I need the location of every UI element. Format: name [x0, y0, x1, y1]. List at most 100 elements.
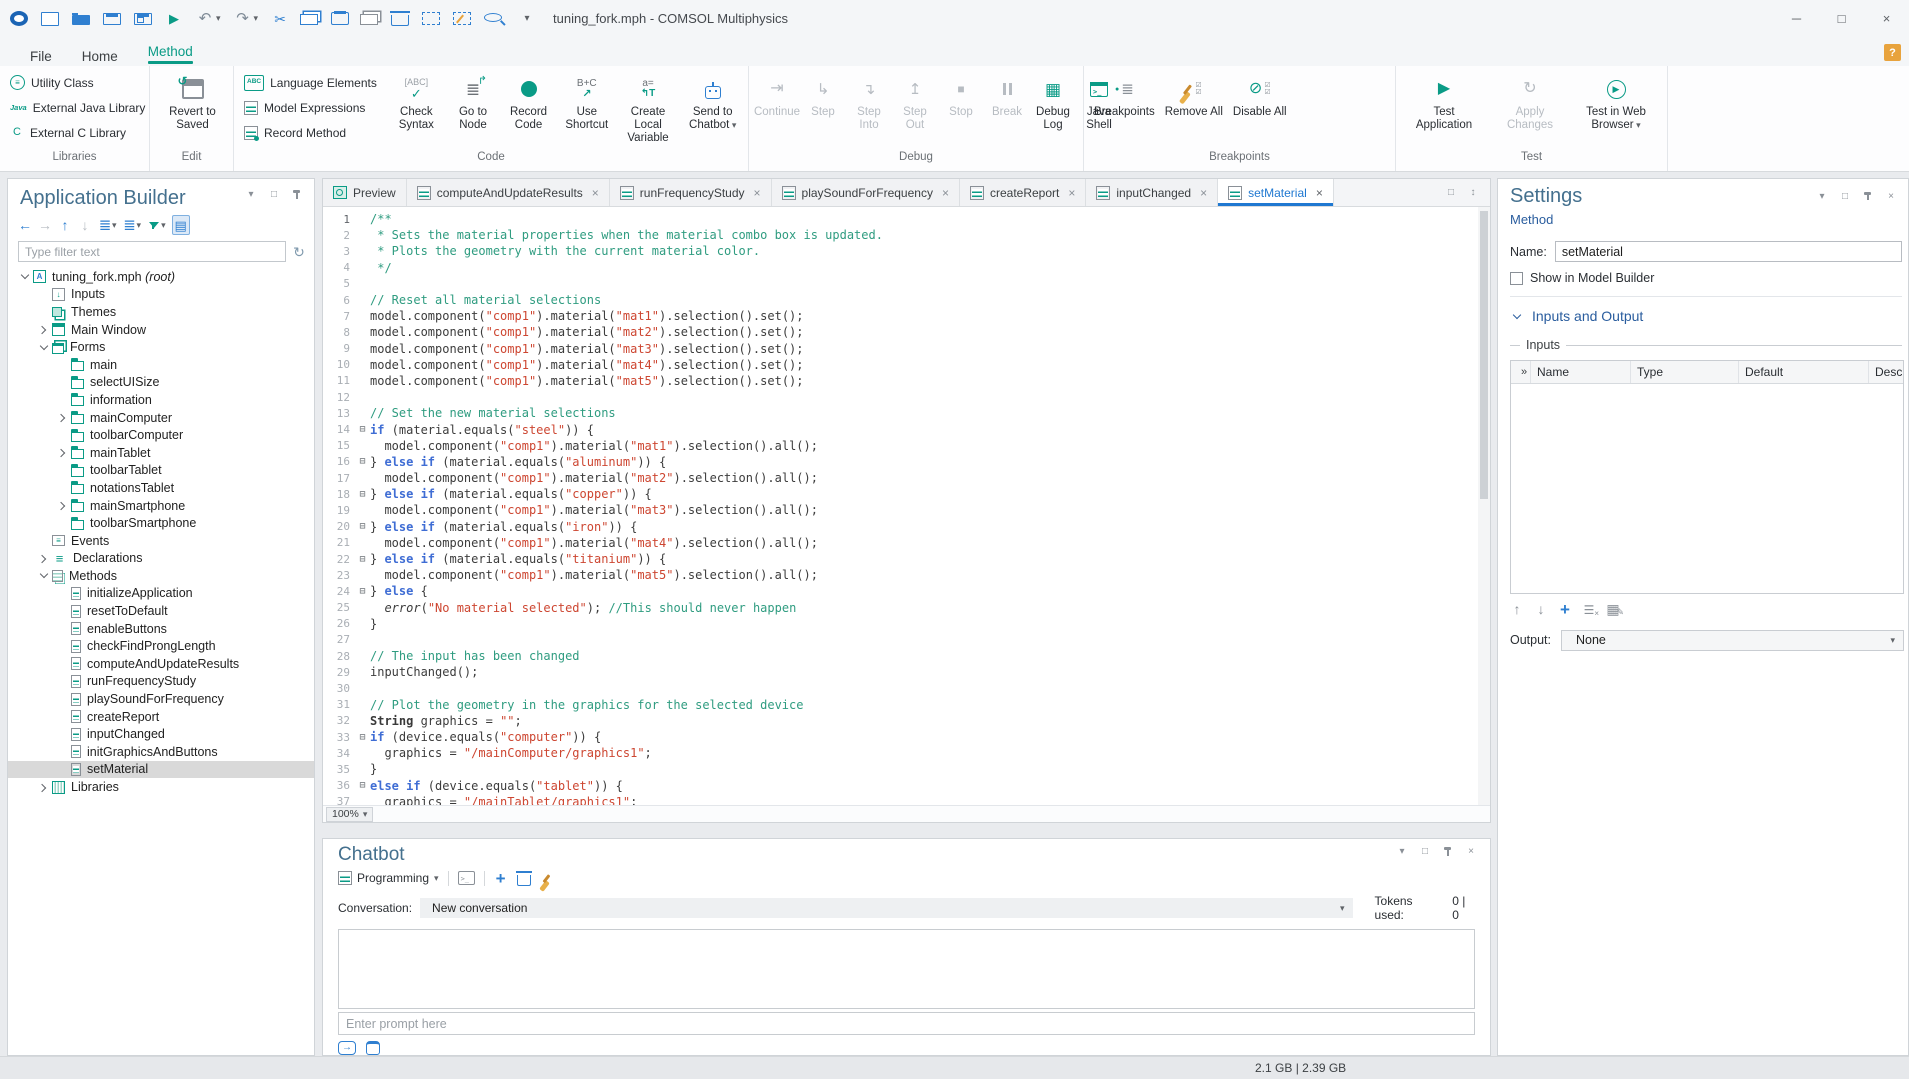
chevron-down-icon[interactable]: [37, 569, 51, 582]
panel-float-icon[interactable]: [267, 187, 281, 203]
tree-item-checkfindpronglength[interactable]: checkFindProngLength: [8, 637, 314, 655]
use-shortcut-button[interactable]: Use Shortcut: [559, 72, 615, 132]
forward-button[interactable]: [38, 217, 52, 233]
delete-button[interactable]: [391, 11, 409, 26]
close-tab-icon[interactable]: ×: [942, 186, 949, 200]
column-header-name[interactable]: Name: [1531, 361, 1631, 383]
chevron-down-icon[interactable]: [37, 341, 51, 354]
tab-setmaterial[interactable]: setMaterial×: [1218, 179, 1334, 206]
panel-pin-icon[interactable]: [290, 189, 304, 201]
fold-collapse-icon[interactable]: ⊟: [355, 424, 370, 435]
tree-item-maincomputer[interactable]: mainComputer: [8, 409, 314, 427]
tree-item-main[interactable]: main: [8, 356, 314, 374]
output-dropdown[interactable]: None ▾: [1561, 630, 1904, 651]
tree-item-initgraphicsandbuttons[interactable]: initGraphicsAndButtons: [8, 743, 314, 761]
tree-item-enablebuttons[interactable]: enableButtons: [8, 620, 314, 638]
panel-close-icon[interactable]: [1464, 844, 1478, 860]
tab-home[interactable]: Home: [82, 49, 118, 66]
tree-item-resettodefault[interactable]: resetToDefault: [8, 602, 314, 620]
panel-menu-icon[interactable]: [1395, 844, 1409, 860]
chevron-right-icon[interactable]: [56, 446, 70, 459]
open-file-button[interactable]: [72, 12, 90, 25]
inputs-and-output-section-header[interactable]: Inputs and Output: [1510, 308, 1908, 324]
expand-columns-header[interactable]: [1511, 361, 1531, 383]
send-to-chatbot-button[interactable]: Send to Chatbot ▾: [681, 72, 744, 132]
show-in-model-builder-checkbox[interactable]: [1510, 272, 1523, 285]
panel-float-icon[interactable]: [1418, 844, 1432, 860]
copy-button[interactable]: [302, 12, 318, 25]
check-syntax-button[interactable]: Check Syntax: [387, 72, 446, 132]
tree-item-createreport[interactable]: createReport: [8, 708, 314, 726]
revert-to-saved-button[interactable]: Revert to Saved: [156, 72, 229, 132]
paste-button[interactable]: [331, 12, 349, 25]
panel-close-icon[interactable]: [1884, 189, 1898, 205]
overflow-button[interactable]: [518, 11, 536, 27]
column-header-default[interactable]: Default: [1739, 361, 1869, 383]
tree-item-toolbarcomputer[interactable]: toolbarComputer: [8, 426, 314, 444]
edit-table-button[interactable]: [1606, 601, 1620, 619]
refresh-icon[interactable]: [292, 244, 306, 260]
record-code-button[interactable]: Record Code: [500, 72, 557, 132]
delete-conversation-icon[interactable]: [517, 875, 531, 886]
chevron-right-icon[interactable]: [37, 781, 51, 794]
select-frame-button[interactable]: [422, 12, 440, 25]
filter-button[interactable]: ▾: [147, 219, 166, 231]
remove-all-button[interactable]: Remove All: [1161, 72, 1227, 119]
find-button[interactable]: [484, 15, 505, 22]
debug-log-button[interactable]: Debug Log: [1031, 72, 1075, 132]
clear-selection-button[interactable]: [453, 12, 471, 25]
prompt-input[interactable]: [338, 1012, 1475, 1035]
preview-application-button[interactable]: [134, 13, 152, 25]
test-in-web-browser-button[interactable]: Test in Web Browser ▾: [1574, 72, 1658, 132]
code-editor[interactable]: 1/**2 * Sets the material properties whe…: [323, 207, 1478, 805]
details-view-button[interactable]: [172, 215, 190, 235]
tree-item-playsoundforfrequency[interactable]: playSoundForFrequency: [8, 690, 314, 708]
method-name-input[interactable]: [1555, 241, 1902, 262]
new-file-button[interactable]: [41, 12, 59, 26]
minimize-button[interactable]: [1774, 0, 1819, 37]
close-tab-icon[interactable]: ×: [592, 186, 599, 200]
model-expressions-button[interactable]: Model Expressions: [240, 97, 381, 118]
chatbot-mode-button[interactable]: Programming ▾: [338, 871, 439, 885]
tree-item-toolbarsmartphone[interactable]: toolbarSmartphone: [8, 514, 314, 532]
panel-pin-icon[interactable]: [1861, 191, 1875, 203]
tree-item-notationstablet[interactable]: notationsTablet: [8, 479, 314, 497]
external-java-library-button[interactable]: External Java Library: [6, 97, 149, 118]
fold-collapse-icon[interactable]: ⊟: [355, 489, 370, 500]
tree-item-information[interactable]: information: [8, 391, 314, 409]
tree-item-main-window[interactable]: Main Window: [8, 321, 314, 339]
tree-item-setmaterial[interactable]: setMaterial: [8, 761, 314, 779]
insert-code-icon[interactable]: [458, 871, 475, 885]
scrollbar-thumb[interactable]: [1480, 211, 1488, 499]
tree-item-initializeapplication[interactable]: initializeApplication: [8, 585, 314, 603]
chevron-right-icon[interactable]: [56, 499, 70, 512]
tree-item-inputs[interactable]: Inputs: [8, 286, 314, 304]
tab-preview[interactable]: Preview: [323, 179, 407, 206]
tab-runfrequencystudy[interactable]: runFrequencyStudy×: [610, 179, 772, 206]
undo-button[interactable]: ▾: [196, 11, 221, 27]
fold-collapse-icon[interactable]: ⊟: [355, 586, 370, 597]
language-elements-button[interactable]: Language Elements: [240, 72, 381, 93]
tree-item-themes[interactable]: Themes: [8, 303, 314, 321]
close-tab-icon[interactable]: ×: [1200, 186, 1207, 200]
tree-item-computeandupdateresults[interactable]: computeAndUpdateResults: [8, 655, 314, 673]
move-down-button[interactable]: [1534, 601, 1548, 619]
go-to-node-button[interactable]: Go to Node: [448, 72, 498, 132]
help-button[interactable]: ?: [1884, 44, 1901, 61]
chevron-right-icon[interactable]: [37, 323, 51, 336]
editor-scrollbar[interactable]: [1478, 207, 1490, 805]
cut-button[interactable]: [271, 11, 289, 27]
fold-collapse-icon[interactable]: ⊟: [355, 521, 370, 532]
save-button[interactable]: [103, 13, 121, 25]
column-header-description[interactable]: Description: [1869, 361, 1904, 383]
panel-pin-icon[interactable]: [1441, 846, 1455, 858]
tab-inputchanged[interactable]: inputChanged×: [1086, 179, 1218, 206]
fold-collapse-icon[interactable]: ⊟: [355, 456, 370, 467]
tree-item-inputchanged[interactable]: inputChanged: [8, 725, 314, 743]
panel-float-icon[interactable]: [1838, 189, 1852, 205]
clear-conversation-icon[interactable]: [540, 870, 554, 886]
panel-menu-icon[interactable]: [1815, 189, 1829, 205]
delete-list-button[interactable]: [1582, 601, 1596, 619]
chevron-right-icon[interactable]: [37, 552, 51, 565]
duplicate-button[interactable]: [362, 12, 378, 25]
